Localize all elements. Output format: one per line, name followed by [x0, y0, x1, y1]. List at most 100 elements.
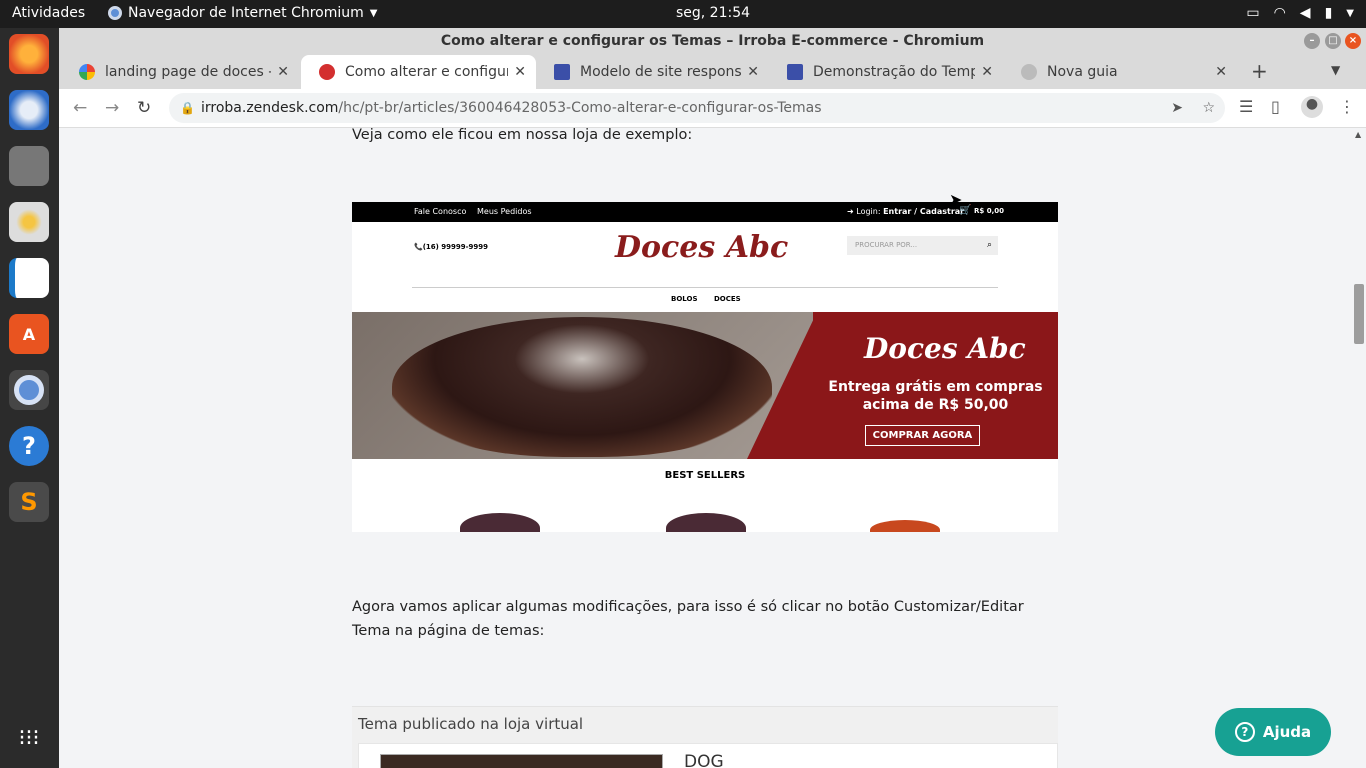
toolbar: ← → ↻ 🔒 irroba.zendesk.com/hc/pt-br/arti… [59, 89, 1366, 128]
question-icon: ? [1234, 722, 1255, 742]
tab-search-icon[interactable]: ▼ [1331, 63, 1340, 77]
rhythmbox-icon[interactable] [9, 202, 49, 242]
product-thumb [460, 513, 540, 532]
tab-modelo-site[interactable]: Modelo de site responsiv ✕ [536, 55, 769, 89]
scrollbar-thumb[interactable] [1354, 284, 1364, 344]
search-icon: ⌕ [986, 240, 992, 250]
close-tab-icon[interactable]: ✕ [1215, 64, 1227, 80]
irroba-icon [319, 64, 335, 80]
tab-label: landing page de doces - P [105, 64, 272, 80]
site-icon [554, 64, 570, 80]
back-icon[interactable]: ← [73, 98, 87, 118]
close-tab-icon[interactable]: ✕ [747, 64, 759, 80]
firefox-icon[interactable] [9, 34, 49, 74]
menu-icon[interactable]: ⋮ [1339, 97, 1355, 116]
reload-icon[interactable]: ↻ [137, 98, 151, 118]
best-sellers-heading: BEST SELLERS [664, 470, 746, 481]
chromium-logo-icon [14, 375, 44, 405]
search-placeholder: PROCURAR POR... [855, 241, 918, 249]
store-logo: Doces Abc [615, 230, 789, 265]
login-area: ➜ Login: Entrar / Cadastrar [847, 207, 965, 216]
wifi-icon: ◠ [1273, 5, 1286, 21]
sublime-icon[interactable]: S [9, 482, 49, 522]
store-banner: Doces Abc Entrega grátis em compras acim… [352, 312, 1058, 459]
panel-title: Tema publicado na loja virtual [358, 715, 584, 733]
tab-label: Modelo de site responsiv [580, 64, 742, 80]
browser-window: Como alterar e configurar os Temas – Irr… [59, 28, 1366, 768]
thunderbird-icon[interactable] [9, 90, 49, 130]
article-paragraph: Veja como ele ficou em nossa loja de exe… [352, 128, 693, 143]
cart-total: R$ 0,00 [974, 207, 1004, 215]
tab-demonstracao[interactable]: Demonstração do Templ ✕ [769, 55, 1003, 89]
dock: A ? S ⁝⁝⁝ [0, 28, 59, 768]
scroll-up-icon[interactable]: ▲ [1355, 130, 1361, 139]
theme-name: DOG [684, 752, 724, 768]
close-tab-icon[interactable]: ✕ [981, 64, 993, 80]
scrollbar[interactable]: ▲ [1352, 128, 1366, 768]
chromium-icon[interactable] [9, 370, 49, 410]
system-top-bar: Atividades Navegador de Internet Chromiu… [0, 0, 1366, 28]
phone-text: (16) 99999-9999 [422, 243, 489, 251]
help-label: Ajuda [1262, 723, 1312, 741]
side-panel-icon[interactable]: ▯ [1271, 97, 1280, 116]
media-icon[interactable]: ☰ [1239, 97, 1253, 116]
profile-icon[interactable]: ● [1301, 96, 1323, 118]
globe-icon [1021, 64, 1037, 80]
new-tab-button[interactable]: + [1251, 59, 1268, 83]
tab-label: Como alterar e configura [345, 64, 509, 80]
divider [412, 287, 998, 288]
article-paragraph: Agora vamos aplicar algumas modificações… [352, 599, 1024, 639]
site-icon [787, 64, 803, 80]
tab-strip: landing page de doces - P ✕ Como alterar… [59, 55, 1366, 89]
volume-icon: ◀ [1299, 5, 1311, 21]
login-label: Login: [856, 207, 881, 216]
comprar-agora-button: COMPRAR AGORA [865, 425, 980, 446]
banner-logo: Doces Abc [864, 332, 1026, 365]
maximize-button[interactable]: □ [1325, 33, 1341, 49]
software-icon[interactable]: A [9, 314, 49, 354]
store-phone: 📞(16) 99999-9999 [414, 243, 489, 251]
camera-icon: ▭ [1246, 5, 1260, 21]
system-tray[interactable]: ▭ ◠ ◀ ▮ ▼ [1246, 5, 1354, 21]
lock-icon: 🔒 [180, 101, 195, 115]
url-path: /hc/pt-br/articles/360046428053-Como-alt… [338, 100, 822, 116]
theme-card: DOG [358, 743, 1058, 768]
bookmark-star-icon[interactable]: ☆ [1202, 93, 1215, 123]
minimize-button[interactable]: – [1304, 33, 1320, 49]
banner-diagonal [747, 312, 817, 459]
menu-bolos: BOLOS [671, 295, 698, 303]
help-button[interactable]: ? Ajuda [1215, 708, 1331, 756]
send-icon[interactable]: ➤ [1171, 93, 1183, 123]
help-icon[interactable]: ? [9, 426, 49, 466]
close-window-button[interactable]: × [1345, 33, 1361, 49]
battery-icon: ▮ [1324, 5, 1333, 21]
files-icon[interactable] [9, 146, 49, 186]
google-icon [79, 64, 95, 80]
close-tab-icon[interactable]: ✕ [277, 64, 289, 80]
store-screenshot: Fale Conosco Meus Pedidos ➜ Login: Entra… [352, 202, 1058, 532]
tab-landing-page[interactable]: landing page de doces - P ✕ [61, 55, 299, 89]
tab-label: Demonstração do Templ [813, 64, 976, 80]
product-thumb [870, 520, 940, 532]
forward-icon[interactable]: → [105, 98, 119, 118]
page-content: Veja como ele ficou em nossa loja de exe… [59, 128, 1352, 768]
menu-doces: DOCES [714, 295, 741, 303]
theme-panel: Tema publicado na loja virtual DOG [352, 706, 1058, 768]
fale-conosco-link: Fale Conosco [414, 207, 467, 216]
chevron-down-icon: ▼ [1346, 7, 1354, 19]
apps-grid-icon[interactable]: ⁝⁝⁝ [9, 718, 49, 758]
theme-thumbnail [380, 754, 663, 768]
address-bar[interactable]: 🔒 irroba.zendesk.com/hc/pt-br/articles/3… [169, 93, 1225, 123]
writer-icon[interactable] [9, 258, 49, 298]
close-tab-icon[interactable]: ✕ [514, 64, 526, 80]
store-search: PROCURAR POR... ⌕ [847, 236, 998, 255]
url-host: irroba.zendesk.com [201, 100, 339, 116]
tab-nova-guia[interactable]: Nova guia ✕ [1003, 55, 1237, 89]
tab-label: Nova guia [1047, 64, 1118, 80]
clock[interactable]: seg, 21:54 [0, 5, 1366, 21]
cake-image [392, 317, 772, 457]
window-titlebar[interactable]: Como alterar e configurar os Temas – Irr… [59, 28, 1366, 55]
banner-text: Entrega grátis em compras acima de R$ 50… [828, 379, 1043, 413]
product-thumb [666, 513, 746, 532]
tab-como-alterar[interactable]: Como alterar e configura ✕ [301, 55, 536, 89]
